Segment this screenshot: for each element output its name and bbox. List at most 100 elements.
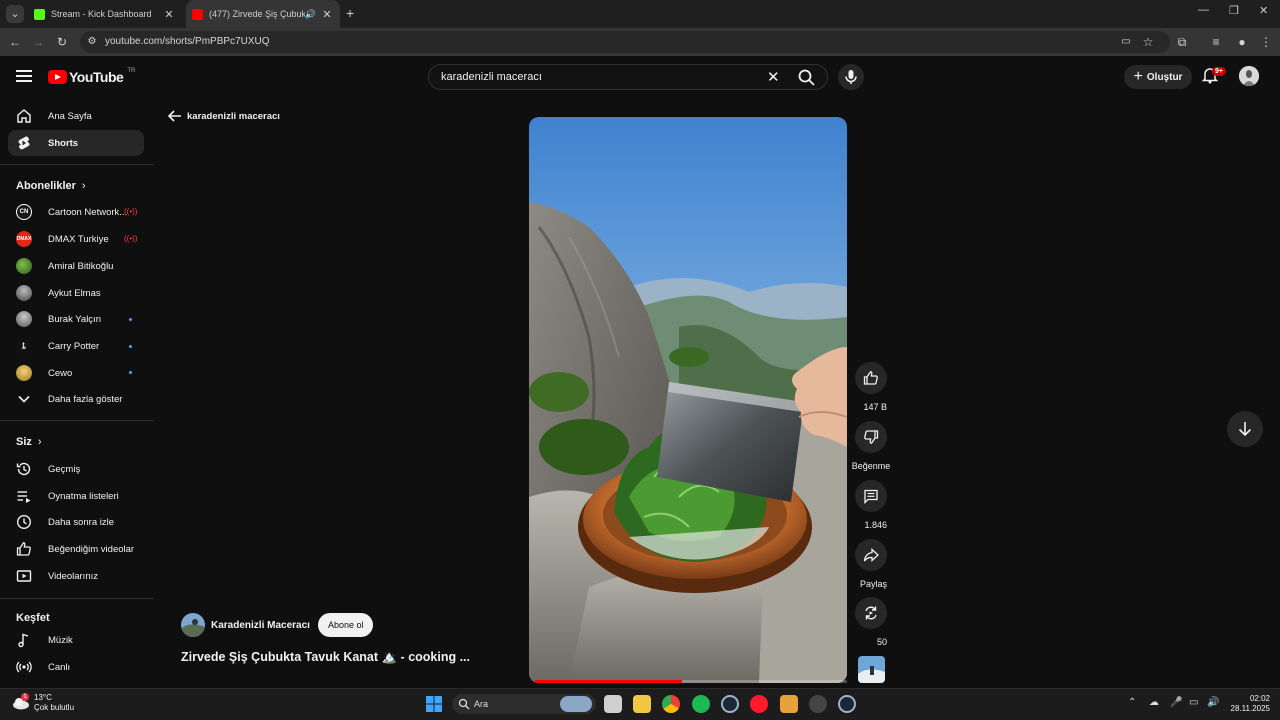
close-tab-icon[interactable]: ✕ <box>162 8 176 21</box>
sidebar-item-shorts[interactable]: Shorts <box>8 130 144 156</box>
sidebar-item-label: Beğendiğim videolar <box>48 543 135 555</box>
search-input[interactable]: karadenizli maceracı <box>441 71 542 83</box>
sidebar-item-playlists[interactable]: Oynatma listeleri <box>8 483 144 509</box>
short-title[interactable]: Zirvede Şiş Çubukta Tavuk Kanat 🏔️ - coo… <box>181 650 470 665</box>
next-short-button[interactable] <box>1227 411 1263 447</box>
voice-search-button[interactable] <box>838 64 864 90</box>
back-icon[interactable]: ← <box>7 34 23 50</box>
comments-action[interactable]: 1.846 <box>855 480 887 533</box>
dislike-button[interactable] <box>855 421 887 453</box>
weather-widget[interactable]: 1 13°C Çok bulutlu <box>12 693 74 713</box>
sidebar-divider <box>0 420 154 421</box>
site-info-icon[interactable]: ⚙ <box>84 34 100 50</box>
forward-icon[interactable]: → <box>30 34 46 50</box>
bookmark-star-icon[interactable]: ☆ <box>1140 34 1156 50</box>
sidebar-item-watch-later[interactable]: Daha sonra izle <box>8 509 144 535</box>
sidebar-show-more[interactable]: Daha fazla göster <box>8 386 144 412</box>
like-action[interactable]: 147 B <box>855 362 887 415</box>
sidebar-item-label: Daha sonra izle <box>48 516 115 528</box>
comments-button[interactable] <box>855 480 887 512</box>
minimize-icon[interactable]: — <box>1198 4 1209 16</box>
tab-kick-dashboard[interactable]: Stream - Kick Dashboard ✕ <box>28 0 182 28</box>
taskbar-clock[interactable]: 02:02 28.11.2025 <box>1228 694 1270 714</box>
steam-icon[interactable] <box>721 695 739 713</box>
taskbar-search[interactable]: Ara <box>452 694 596 714</box>
chrome-menu-icon[interactable]: ⋮ <box>1258 34 1274 50</box>
sidebar-item-label: Müzik <box>48 634 73 646</box>
subscriptions-heading[interactable]: Abonelikler › <box>16 180 86 192</box>
network-icon[interactable]: ▭ <box>1189 697 1198 708</box>
back-to-search-link[interactable]: karadenizli maceracı <box>168 110 280 122</box>
search-box[interactable]: karadenizli maceracı ✕ <box>428 64 828 90</box>
sidebar-item-label: Canlı <box>48 661 71 673</box>
video-progress-bar[interactable] <box>535 680 847 683</box>
file-explorer-icon[interactable] <box>633 695 651 713</box>
spotify-icon[interactable] <box>692 695 710 713</box>
tray-chevron-up-icon[interactable]: ⌃ <box>1128 697 1136 708</box>
subscribe-button[interactable]: Abone ol <box>317 613 374 637</box>
create-button[interactable]: + Oluştur <box>1124 65 1192 89</box>
youtube-logo[interactable]: YouTube TR <box>48 68 135 85</box>
sidebar-divider <box>0 598 154 599</box>
sidebar-item-history[interactable]: Geçmiş <box>8 456 144 482</box>
volume-icon[interactable]: 🔊 <box>1207 697 1219 708</box>
tab-search-chevron-icon[interactable]: ⌄ <box>6 5 24 23</box>
you-heading[interactable]: Siz › <box>16 436 42 448</box>
opera-icon[interactable] <box>750 695 768 713</box>
like-button[interactable] <box>855 362 887 394</box>
windows-start-icon[interactable] <box>425 695 443 713</box>
steam-secondary-icon[interactable] <box>838 695 856 713</box>
sidebar-item-your-videos[interactable]: Videolarınız <box>8 563 144 589</box>
close-window-icon[interactable]: ✕ <box>1259 4 1268 17</box>
media-control-icon[interactable]: ≡ <box>1208 34 1224 50</box>
share-action[interactable]: Paylaş <box>855 539 887 592</box>
youtube-favicon-icon <box>192 8 203 20</box>
share-label: Paylaş <box>859 579 887 589</box>
music-icon <box>16 632 32 648</box>
hamburger-menu-icon[interactable] <box>16 70 32 85</box>
sidebar-item-subscription[interactable]: Cewo <box>8 360 144 386</box>
onedrive-cloud-icon[interactable]: ☁ <box>1149 697 1159 708</box>
account-avatar[interactable] <box>1239 66 1259 86</box>
shorts-icon <box>16 135 32 151</box>
sidebar-item-subscription[interactable]: Aykut Elmas <box>8 280 144 306</box>
sidebar-item-music[interactable]: Müzik <box>8 627 144 653</box>
sidebar-item-home[interactable]: Ana Sayfa <box>8 103 144 129</box>
sidebar-item-liked-videos[interactable]: Beğendiğim videolar <box>8 536 144 562</box>
shorts-video-player[interactable] <box>529 117 847 683</box>
sidebar-item-subscription[interactable]: Amiral Bitikoğlu <box>8 253 144 279</box>
audio-playing-icon[interactable]: 🔊 <box>305 9 316 20</box>
app-icon[interactable] <box>780 695 798 713</box>
dislike-action[interactable]: Beğenme <box>852 421 890 474</box>
task-view-icon[interactable] <box>604 695 622 713</box>
you-title: Siz <box>16 436 32 448</box>
reload-icon[interactable]: ↻ <box>54 34 70 50</box>
search-icon[interactable] <box>797 68 825 86</box>
video-progress-fill <box>535 680 682 683</box>
sound-thumbnail[interactable] <box>858 656 885 683</box>
remix-action[interactable]: 50 <box>855 597 887 650</box>
arrow-down-icon <box>1238 422 1252 437</box>
share-button[interactable] <box>855 539 887 571</box>
chevron-down-icon <box>16 391 32 407</box>
sidebar-item-label: Cartoon Network... <box>48 206 128 218</box>
chrome-icon[interactable] <box>662 695 680 713</box>
extensions-icon[interactable]: ⧉ <box>1174 34 1190 50</box>
sidebar-item-subscription[interactable]: ȶ Carry Potter <box>8 333 144 359</box>
sidebar-item-live[interactable]: Canlı <box>8 654 144 680</box>
remix-button[interactable] <box>855 597 887 629</box>
channel-name[interactable]: Karadenizli Maceracı <box>211 620 310 631</box>
tab-youtube-short[interactable]: (477) Zirvede Şiş Çubukta Ta 🔊 ✕ <box>186 0 340 28</box>
profile-icon[interactable]: ● <box>1234 34 1250 50</box>
restore-icon[interactable]: ❐ <box>1229 4 1239 17</box>
channel-avatar[interactable] <box>181 613 205 637</box>
thumbs-up-icon <box>16 541 32 557</box>
discord-icon[interactable] <box>809 695 827 713</box>
new-tab-button[interactable]: + <box>346 5 354 21</box>
close-tab-icon[interactable]: ✕ <box>320 8 334 21</box>
sidebar-item-subscription[interactable]: Burak Yalçın <box>8 306 144 332</box>
clear-search-icon[interactable]: ✕ <box>767 68 780 86</box>
cast-icon[interactable]: ▭ <box>1118 34 1134 50</box>
chevron-right-icon: › <box>37 436 42 448</box>
microphone-tray-icon[interactable]: 🎤 <box>1170 697 1182 708</box>
